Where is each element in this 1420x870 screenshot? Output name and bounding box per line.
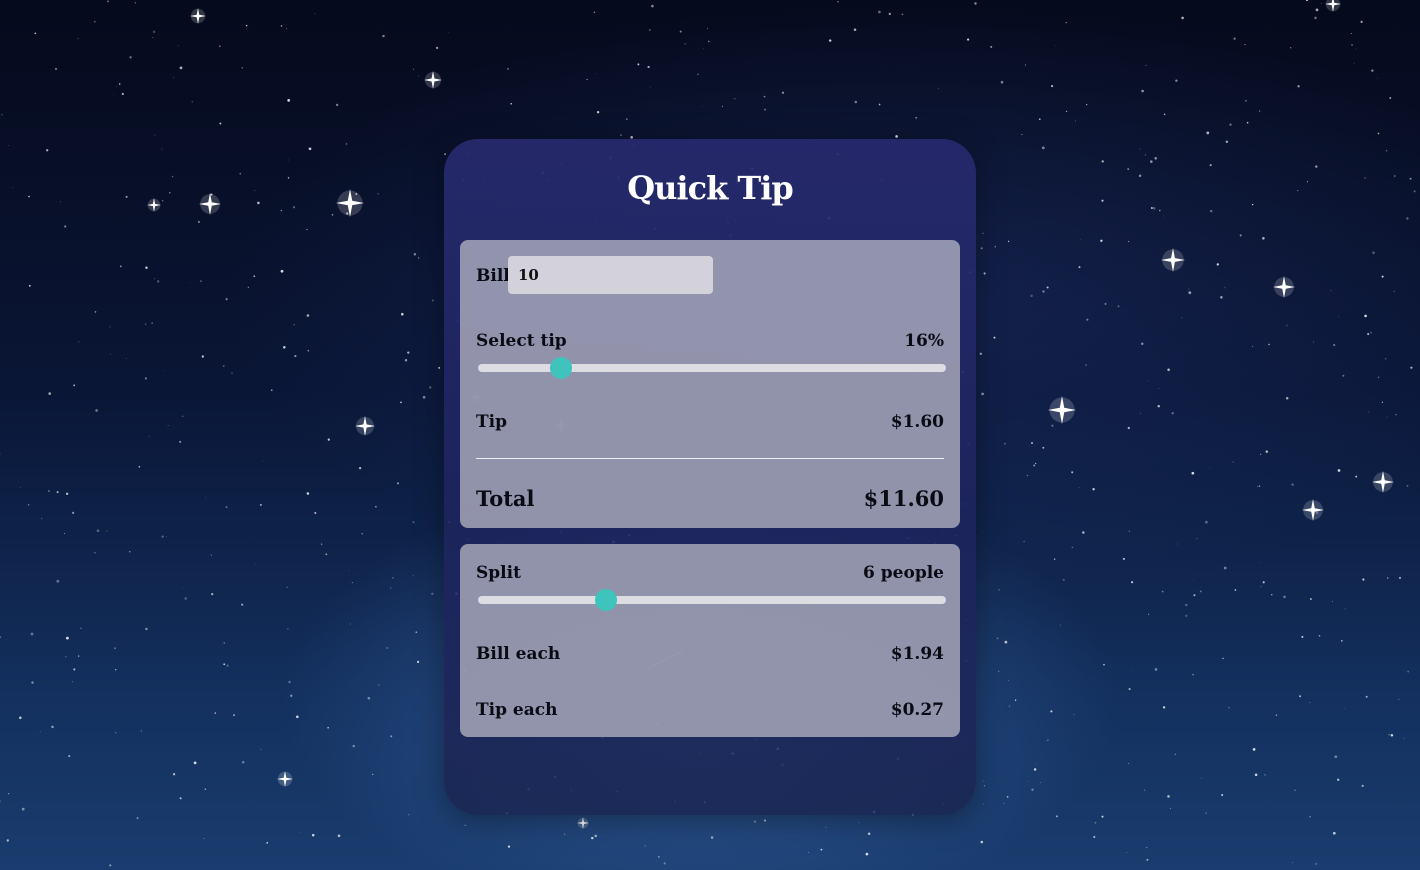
tip-label: Tip xyxy=(476,412,507,432)
split-panel: Split 6 people Bill each $1.94 Tip each … xyxy=(460,544,960,737)
total-label: Total xyxy=(476,486,535,511)
split-slider-thumb[interactable] xyxy=(595,589,618,611)
tip-slider[interactable] xyxy=(478,357,946,379)
select-tip-label: Select tip xyxy=(476,331,567,351)
split-people-value: 6 people xyxy=(863,563,944,583)
total-amount: $11.60 xyxy=(863,486,944,511)
bill-label: Bill xyxy=(476,266,510,286)
app-title: Quick Tip xyxy=(627,169,793,207)
bill-each-amount: $1.94 xyxy=(890,644,944,664)
tip-each-amount: $0.27 xyxy=(890,700,944,720)
split-slider[interactable] xyxy=(478,589,946,611)
tip-slider-thumb[interactable] xyxy=(549,357,572,379)
split-label: Split xyxy=(476,563,521,583)
bill-input[interactable] xyxy=(508,256,713,294)
tip-each-label: Tip each xyxy=(476,700,558,720)
divider xyxy=(476,458,944,459)
bill-each-label: Bill each xyxy=(476,644,561,664)
tip-percent-value: 16% xyxy=(904,331,944,351)
quick-tip-card: Quick Tip Bill Select tip 16% Tip $1.60 … xyxy=(444,139,976,815)
tip-amount: $1.60 xyxy=(890,412,944,432)
tip-panel: Bill Select tip 16% Tip $1.60 Total $11.… xyxy=(460,240,960,528)
